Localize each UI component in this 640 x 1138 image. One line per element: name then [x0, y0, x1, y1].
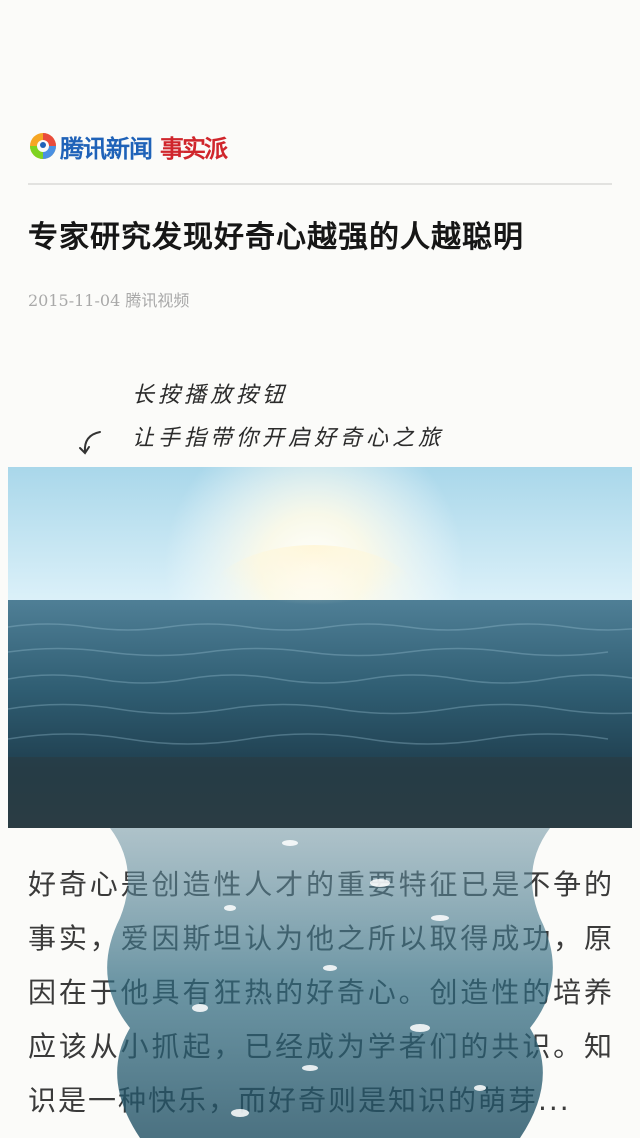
header-divider [28, 183, 612, 185]
article-title: 专家研究发现好奇心越强的人越聪明 [28, 220, 524, 255]
column-name: 事实派 [160, 133, 228, 163]
article-body: 好奇心是创造性人才的重要特征已是不争的事实，爱因斯坦认为他之所以取得成功，原因在… [28, 868, 614, 1117]
hint-line-2: 让手指带你开启好奇心之旅 [132, 426, 445, 451]
brand-name: 腾讯新闻 [60, 134, 153, 163]
header: 腾讯新闻 事实派 [28, 128, 228, 164]
hint-arrow-icon [79, 431, 101, 455]
ocean-sunrise-image [8, 467, 632, 828]
hint-line-1: 长按播放按钮 [132, 383, 289, 408]
tencent-news-logo-icon [28, 131, 58, 161]
article-meta: 2015-11-04 腾讯视频 [28, 287, 189, 311]
article-source: 腾讯视频 [125, 291, 190, 310]
article-date: 2015-11-04 [28, 291, 121, 310]
video-player[interactable] [8, 467, 632, 828]
